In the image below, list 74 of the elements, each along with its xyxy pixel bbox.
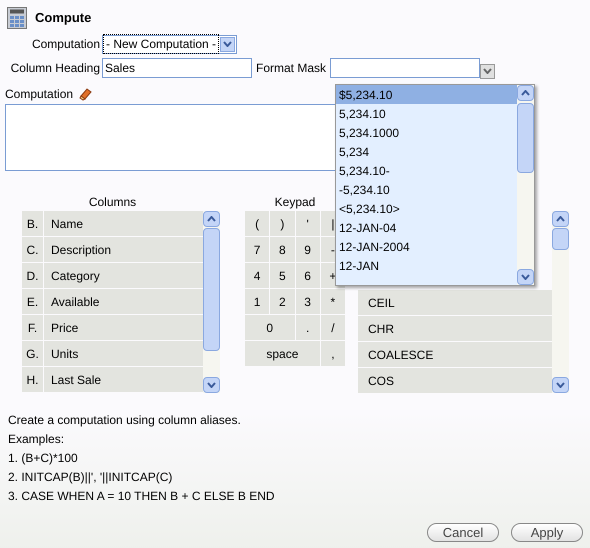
page-title: Compute xyxy=(35,9,92,28)
keypad-key[interactable]: * xyxy=(320,289,345,314)
keypad-key[interactable]: 5 xyxy=(270,263,294,288)
column-alias[interactable]: C. xyxy=(22,237,43,262)
keypad-key[interactable]: space xyxy=(245,341,320,366)
column-item[interactable]: Units xyxy=(44,341,203,366)
keypad-key[interactable]: 6 xyxy=(296,263,320,288)
dropdown-option[interactable]: 5,234 xyxy=(336,142,517,161)
dropdown-icon[interactable] xyxy=(220,36,236,52)
scroll-up-icon[interactable] xyxy=(203,211,220,227)
column-alias[interactable]: D. xyxy=(22,263,43,288)
scroll-thumb[interactable] xyxy=(517,103,534,173)
field-label: Column Heading xyxy=(10,60,101,77)
column-alias[interactable]: F. xyxy=(22,315,43,340)
column-item[interactable]: Available xyxy=(44,289,203,314)
calculator-icon xyxy=(7,7,27,29)
keypad-key[interactable]: 4 xyxy=(245,263,270,288)
section-label: Computation xyxy=(5,86,74,103)
column-alias[interactable]: G. xyxy=(22,341,43,366)
eraser-icon[interactable] xyxy=(79,87,94,101)
example-text: 2. INITCAP(B)||', '||INITCAP(C) xyxy=(8,470,174,485)
format-mask-field[interactable] xyxy=(330,58,480,78)
keypad-key[interactable]: 8 xyxy=(270,237,294,262)
keypad-key[interactable]: ) xyxy=(270,211,294,236)
scrollbar[interactable] xyxy=(517,85,534,285)
scroll-down-icon[interactable] xyxy=(517,269,534,285)
scroll-up-icon[interactable] xyxy=(517,85,534,101)
example-text: 1. (B+C)*100 xyxy=(8,451,79,466)
keypad-key[interactable]: 2 xyxy=(270,289,294,314)
dropdown-option[interactable]: -5,234.10 xyxy=(336,180,517,199)
keypad-key[interactable]: ' xyxy=(296,211,320,236)
keypad-key[interactable]: ( xyxy=(245,211,270,236)
keypad-key[interactable]: . xyxy=(296,315,320,340)
dialog-button[interactable]: Apply xyxy=(511,523,583,542)
field-label: Computation xyxy=(30,36,101,53)
dialog-button[interactable]: Cancel xyxy=(427,523,499,542)
keypad-key[interactable]: 3 xyxy=(296,289,320,314)
function-item[interactable]: CHR xyxy=(358,316,552,341)
scroll-down-icon[interactable] xyxy=(552,377,569,393)
function-item[interactable]: CEIL xyxy=(358,290,552,315)
dropdown-option[interactable]: 5,234.10- xyxy=(336,161,517,180)
column-item[interactable]: Category xyxy=(44,263,203,288)
column-alias[interactable]: E. xyxy=(22,289,43,314)
scroll-thumb[interactable] xyxy=(552,228,569,250)
keypad-key[interactable]: / xyxy=(320,315,345,340)
field-label: Format Mask xyxy=(256,60,326,77)
keypad-key[interactable]: , xyxy=(320,341,345,366)
column-item[interactable]: Last Sale xyxy=(44,367,203,392)
function-item[interactable]: COALESCE xyxy=(358,342,552,367)
keypad-key[interactable]: 7 xyxy=(245,237,270,262)
column-item[interactable]: Price xyxy=(44,315,203,340)
help-text: Create a computation using column aliases. xyxy=(8,413,242,428)
dropdown-icon[interactable] xyxy=(480,64,496,78)
computation-select[interactable]: - New Computation - xyxy=(102,34,238,54)
keypad-key[interactable]: 1 xyxy=(245,289,270,314)
dropdown-option[interactable]: 5,234.1000 xyxy=(336,123,517,142)
dropdown-option[interactable]: $5,234.10 xyxy=(336,85,517,104)
column-alias[interactable]: B. xyxy=(22,211,43,236)
dropdown-option[interactable]: 5,234.10 xyxy=(336,104,517,123)
scroll-down-icon[interactable] xyxy=(203,377,220,393)
help-text: Examples: xyxy=(8,432,66,447)
scroll-up-icon[interactable] xyxy=(552,211,569,227)
scroll-thumb[interactable] xyxy=(203,228,220,351)
column-item[interactable]: Description xyxy=(44,237,203,262)
function-item[interactable]: COS xyxy=(358,368,552,393)
keypad-key[interactable]: 0 xyxy=(245,315,294,340)
column-header: Columns xyxy=(88,194,138,211)
scrollbar[interactable] xyxy=(203,211,220,393)
keypad-key[interactable]: 9 xyxy=(296,237,320,262)
example-text: 3. CASE WHEN A = 10 THEN B + C ELSE B END xyxy=(8,489,276,504)
column-item[interactable]: Name xyxy=(44,211,203,236)
scrollbar[interactable] xyxy=(552,211,569,393)
column-heading-field[interactable]: Sales xyxy=(102,58,252,78)
column-alias[interactable]: H. xyxy=(22,367,43,392)
